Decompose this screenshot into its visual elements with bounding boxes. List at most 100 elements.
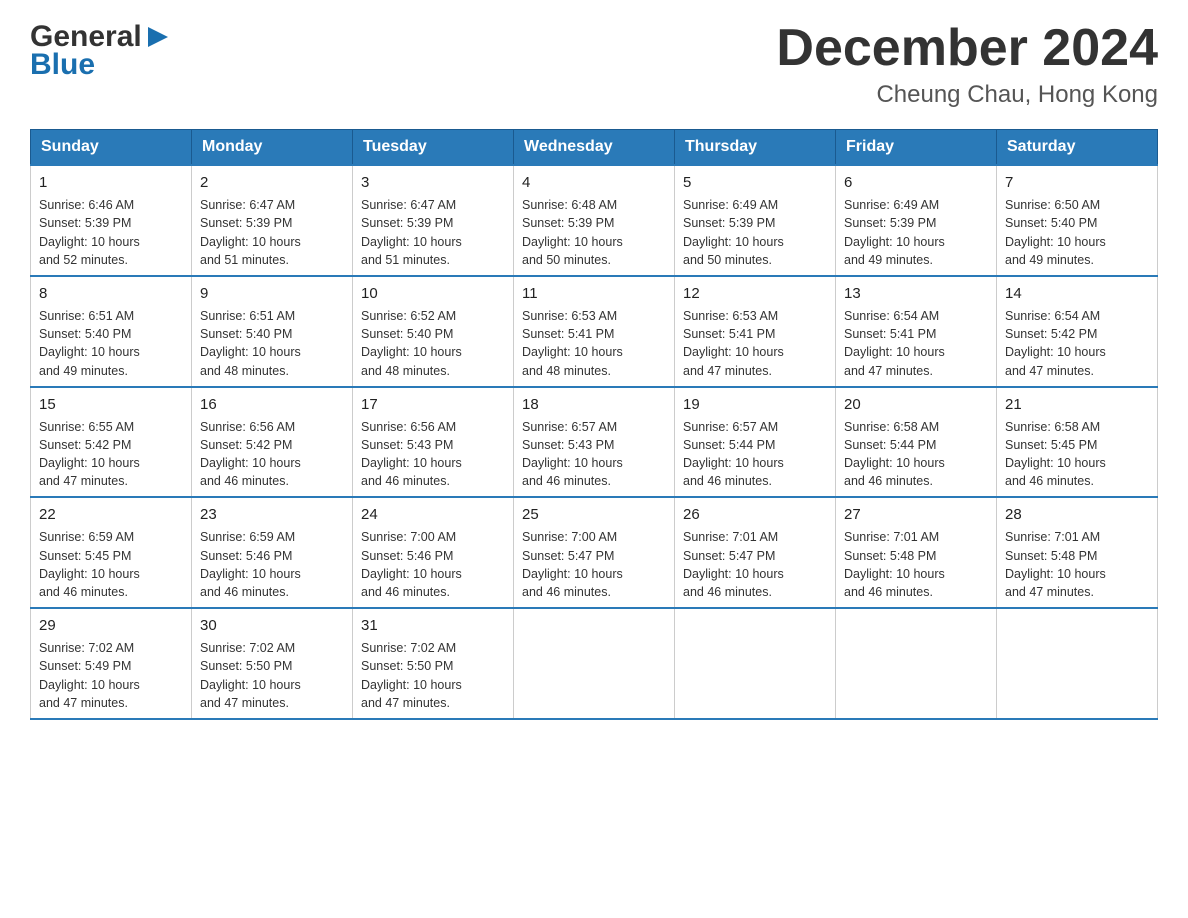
title-section: December 2024 Cheung Chau, Hong Kong <box>776 20 1158 109</box>
col-wednesday: Wednesday <box>514 130 675 166</box>
day-number: 17 <box>361 394 505 415</box>
day-number: 9 <box>200 283 344 304</box>
table-row: 12 Sunrise: 6:53 AMSunset: 5:41 PMDayligh… <box>675 276 836 387</box>
table-row: 11Sunrise: 6:53 AMSunset: 5:41 PMDayligh… <box>514 276 675 387</box>
day-number: 14 <box>1005 283 1149 304</box>
day-number: 29 <box>39 615 183 636</box>
day-number: 24 <box>361 504 505 525</box>
day-number: 3 <box>361 172 505 193</box>
day-info: Sunrise: 6:58 AMSunset: 5:44 PMDaylight:… <box>844 420 945 489</box>
table-row: 14 Sunrise: 6:54 AMSunset: 5:42 PMDayligh… <box>997 276 1158 387</box>
day-info: Sunrise: 6:51 AMSunset: 5:40 PMDaylight:… <box>200 309 301 378</box>
day-info: Sunrise: 6:55 AMSunset: 5:42 PMDaylight:… <box>39 420 140 489</box>
day-info: Sunrise: 6:47 AMSunset: 5:39 PMDaylight:… <box>361 198 462 267</box>
calendar-week-row: 8 Sunrise: 6:51 AMSunset: 5:40 PMDaylight… <box>31 276 1158 387</box>
table-row: 5Sunrise: 6:49 AMSunset: 5:39 PMDaylight… <box>675 165 836 276</box>
day-number: 27 <box>844 504 988 525</box>
day-number: 30 <box>200 615 344 636</box>
table-row: 2 Sunrise: 6:47 AMSunset: 5:39 PMDaylight… <box>192 165 353 276</box>
day-number: 25 <box>522 504 666 525</box>
day-number: 19 <box>683 394 827 415</box>
table-row: 23 Sunrise: 6:59 AMSunset: 5:46 PMDayligh… <box>192 497 353 608</box>
day-number: 23 <box>200 504 344 525</box>
day-info: Sunrise: 6:59 AMSunset: 5:46 PMDaylight:… <box>200 530 301 599</box>
table-row <box>675 608 836 719</box>
calendar-table: Sunday Monday Tuesday Wednesday Thursday… <box>30 129 1158 720</box>
table-row: 16Sunrise: 6:56 AMSunset: 5:42 PMDayligh… <box>192 387 353 498</box>
day-info: Sunrise: 7:02 AMSunset: 5:50 PMDaylight:… <box>200 641 301 710</box>
day-number: 7 <box>1005 172 1149 193</box>
table-row: 15 Sunrise: 6:55 AMSunset: 5:42 PMDayligh… <box>31 387 192 498</box>
day-number: 13 <box>844 283 988 304</box>
day-info: Sunrise: 6:57 AMSunset: 5:44 PMDaylight:… <box>683 420 784 489</box>
day-number: 31 <box>361 615 505 636</box>
day-info: Sunrise: 6:58 AMSunset: 5:45 PMDaylight:… <box>1005 420 1106 489</box>
table-row: 26 Sunrise: 7:01 AMSunset: 5:47 PMDayligh… <box>675 497 836 608</box>
table-row: 3 Sunrise: 6:47 AMSunset: 5:39 PMDaylight… <box>353 165 514 276</box>
table-row <box>997 608 1158 719</box>
day-info: Sunrise: 6:56 AMSunset: 5:43 PMDaylight:… <box>361 420 462 489</box>
day-info: Sunrise: 6:53 AMSunset: 5:41 PMDaylight:… <box>522 309 623 378</box>
table-row: 29 Sunrise: 7:02 AMSunset: 5:49 PMDayligh… <box>31 608 192 719</box>
month-title: December 2024 <box>776 20 1158 77</box>
calendar-week-row: 22Sunrise: 6:59 AMSunset: 5:45 PMDayligh… <box>31 497 1158 608</box>
day-number: 15 <box>39 394 183 415</box>
logo: General Blue <box>30 20 172 82</box>
table-row <box>514 608 675 719</box>
day-number: 2 <box>200 172 344 193</box>
logo-icon <box>144 23 172 51</box>
logo-blue: Blue <box>30 48 95 82</box>
day-info: Sunrise: 6:49 AMSunset: 5:39 PMDaylight:… <box>683 198 784 267</box>
col-monday: Monday <box>192 130 353 166</box>
day-info: Sunrise: 6:51 AMSunset: 5:40 PMDaylight:… <box>39 309 140 378</box>
day-number: 6 <box>844 172 988 193</box>
page-header: General Blue December 2024 Cheung Chau, … <box>30 20 1158 109</box>
day-info: Sunrise: 7:01 AMSunset: 5:48 PMDaylight:… <box>844 530 945 599</box>
day-info: Sunrise: 7:01 AMSunset: 5:47 PMDaylight:… <box>683 530 784 599</box>
table-row: 30 Sunrise: 7:02 AMSunset: 5:50 PMDayligh… <box>192 608 353 719</box>
table-row: 4Sunrise: 6:48 AMSunset: 5:39 PMDaylight… <box>514 165 675 276</box>
table-row: 6Sunrise: 6:49 AMSunset: 5:39 PMDaylight… <box>836 165 997 276</box>
table-row: 19 Sunrise: 6:57 AMSunset: 5:44 PMDayligh… <box>675 387 836 498</box>
day-number: 20 <box>844 394 988 415</box>
day-number: 16 <box>200 394 344 415</box>
day-info: Sunrise: 6:50 AMSunset: 5:40 PMDaylight:… <box>1005 198 1106 267</box>
day-number: 12 <box>683 283 827 304</box>
location: Cheung Chau, Hong Kong <box>776 81 1158 109</box>
table-row: 21Sunrise: 6:58 AMSunset: 5:45 PMDayligh… <box>997 387 1158 498</box>
day-number: 18 <box>522 394 666 415</box>
calendar-header-row: Sunday Monday Tuesday Wednesday Thursday… <box>31 130 1158 166</box>
table-row: 25 Sunrise: 7:00 AMSunset: 5:47 PMDayligh… <box>514 497 675 608</box>
table-row: 27 Sunrise: 7:01 AMSunset: 5:48 PMDayligh… <box>836 497 997 608</box>
table-row: 28Sunrise: 7:01 AMSunset: 5:48 PMDayligh… <box>997 497 1158 608</box>
table-row: 20 Sunrise: 6:58 AMSunset: 5:44 PMDayligh… <box>836 387 997 498</box>
day-number: 8 <box>39 283 183 304</box>
calendar-week-row: 1Sunrise: 6:46 AMSunset: 5:39 PMDaylight… <box>31 165 1158 276</box>
calendar-week-row: 15 Sunrise: 6:55 AMSunset: 5:42 PMDayligh… <box>31 387 1158 498</box>
table-row: 31Sunrise: 7:02 AMSunset: 5:50 PMDayligh… <box>353 608 514 719</box>
day-info: Sunrise: 6:54 AMSunset: 5:41 PMDaylight:… <box>844 309 945 378</box>
day-number: 28 <box>1005 504 1149 525</box>
day-number: 26 <box>683 504 827 525</box>
day-info: Sunrise: 6:53 AMSunset: 5:41 PMDaylight:… <box>683 309 784 378</box>
col-tuesday: Tuesday <box>353 130 514 166</box>
day-info: Sunrise: 6:59 AMSunset: 5:45 PMDaylight:… <box>39 530 140 599</box>
day-info: Sunrise: 6:48 AMSunset: 5:39 PMDaylight:… <box>522 198 623 267</box>
col-friday: Friday <box>836 130 997 166</box>
day-info: Sunrise: 6:54 AMSunset: 5:42 PMDaylight:… <box>1005 309 1106 378</box>
table-row: 13 Sunrise: 6:54 AMSunset: 5:41 PMDayligh… <box>836 276 997 387</box>
table-row: 1Sunrise: 6:46 AMSunset: 5:39 PMDaylight… <box>31 165 192 276</box>
table-row: 8 Sunrise: 6:51 AMSunset: 5:40 PMDaylight… <box>31 276 192 387</box>
col-saturday: Saturday <box>997 130 1158 166</box>
day-info: Sunrise: 6:52 AMSunset: 5:40 PMDaylight:… <box>361 309 462 378</box>
table-row: 9 Sunrise: 6:51 AMSunset: 5:40 PMDaylight… <box>192 276 353 387</box>
day-info: Sunrise: 6:57 AMSunset: 5:43 PMDaylight:… <box>522 420 623 489</box>
day-info: Sunrise: 7:02 AMSunset: 5:49 PMDaylight:… <box>39 641 140 710</box>
day-info: Sunrise: 6:47 AMSunset: 5:39 PMDaylight:… <box>200 198 301 267</box>
day-info: Sunrise: 7:00 AMSunset: 5:46 PMDaylight:… <box>361 530 462 599</box>
day-info: Sunrise: 7:00 AMSunset: 5:47 PMDaylight:… <box>522 530 623 599</box>
col-sunday: Sunday <box>31 130 192 166</box>
table-row: 7 Sunrise: 6:50 AMSunset: 5:40 PMDaylight… <box>997 165 1158 276</box>
table-row <box>836 608 997 719</box>
table-row: 24 Sunrise: 7:00 AMSunset: 5:46 PMDayligh… <box>353 497 514 608</box>
